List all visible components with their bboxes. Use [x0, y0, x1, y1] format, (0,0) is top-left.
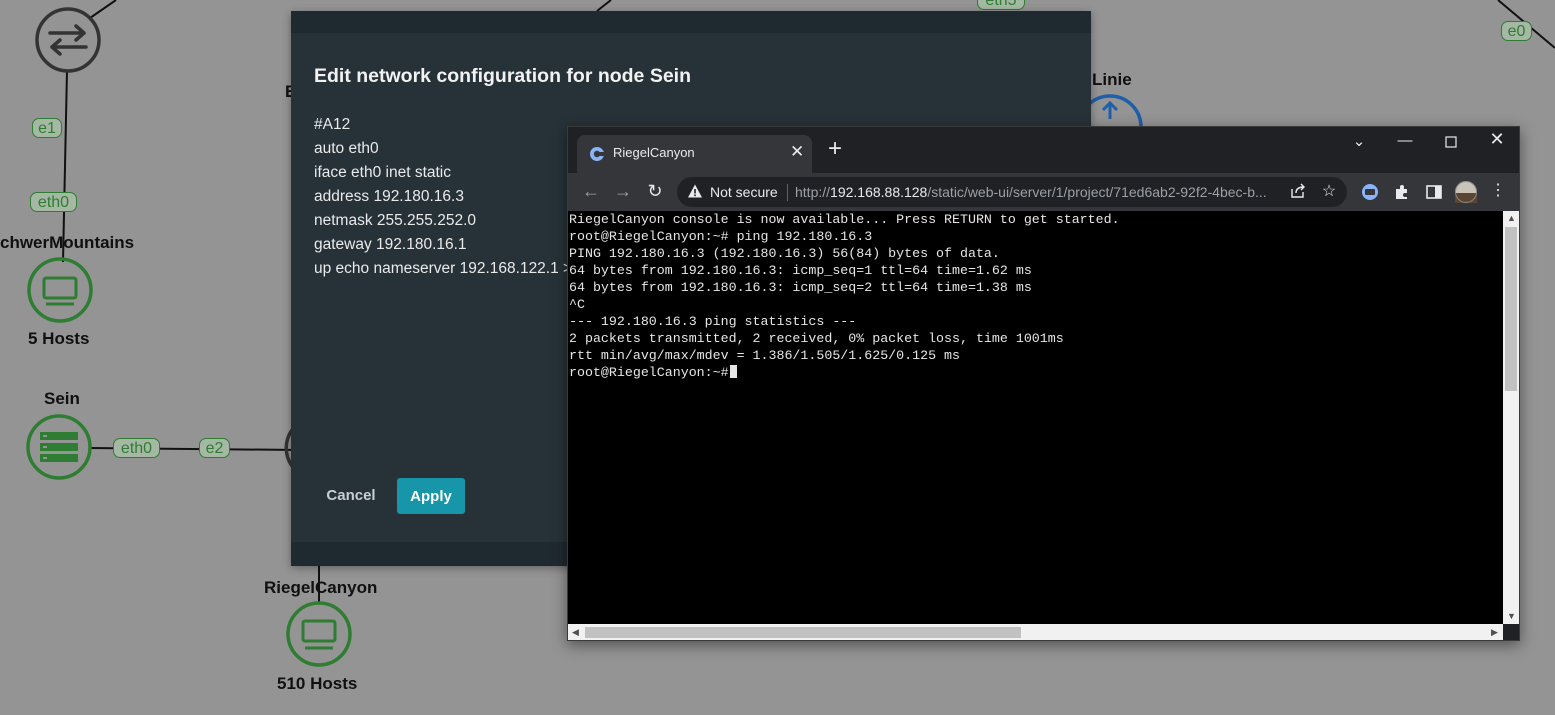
warning-icon[interactable]	[687, 183, 703, 199]
scroll-up-icon[interactable]: ▲	[1507, 213, 1516, 223]
switch-icon[interactable]	[35, 7, 101, 73]
url-path: /static/web-ui/server/1/project/71ed6ab2…	[927, 184, 1267, 200]
host-node-icon[interactable]	[27, 257, 93, 323]
security-label[interactable]: Not secure	[710, 184, 778, 200]
scroll-thumb[interactable]	[585, 627, 1021, 638]
omnibox-separator	[787, 184, 788, 201]
share-icon[interactable]	[1289, 183, 1307, 201]
dialog-top-bar	[291, 11, 1091, 33]
side-panel-icon[interactable]	[1425, 183, 1443, 201]
console-line: ^C	[569, 297, 585, 312]
scroll-down-icon[interactable]: ▼	[1507, 611, 1516, 621]
extension-icon[interactable]	[1361, 183, 1379, 201]
dialog-title: Edit network configuration for node Sein	[314, 65, 692, 87]
port-tag-eth0[interactable]: eth0	[113, 438, 160, 458]
puzzle-icon[interactable]	[1393, 183, 1411, 201]
apply-button[interactable]: Apply	[397, 478, 465, 514]
tab-title: RiegelCanyon	[613, 145, 695, 160]
star-icon[interactable]: ☆	[1320, 181, 1338, 200]
port-tag-e0[interactable]: e0	[1501, 21, 1532, 41]
config-line: address 192.180.16.3	[314, 188, 464, 205]
console-line: root@RiegelCanyon:~#	[569, 365, 737, 380]
server-node-icon[interactable]	[26, 414, 92, 480]
console-line: rtt min/avg/max/mdev = 1.386/1.505/1.625…	[569, 348, 960, 363]
config-editor[interactable]: #A12 auto eth0 iface eth0 inet static addre…	[314, 113, 574, 281]
config-line: auto eth0	[314, 140, 379, 157]
port-tag-eth0[interactable]: eth0	[30, 192, 77, 212]
node-label-linie: Linie	[1092, 70, 1132, 89]
tab-close-icon[interactable]: ✕	[790, 142, 804, 162]
console-line: 64 bytes from 192.180.16.3: icmp_seq=2 t…	[569, 280, 1032, 295]
console-line: --- 192.180.16.3 ping statistics ---	[569, 314, 857, 329]
tab-search-icon[interactable]: ⌄	[1344, 132, 1374, 150]
terminal-cursor	[729, 365, 737, 378]
node-label-riegelcanyon: RiegelCanyon	[264, 578, 378, 597]
config-line: #A12	[314, 116, 351, 133]
config-line: up echo nameserver 192.168.122.1 >	[314, 260, 573, 277]
tab-riegelcanyon[interactable]: RiegelCanyon ✕	[577, 135, 812, 173]
forward-icon[interactable]: →	[611, 181, 635, 202]
minimize-icon[interactable]: —	[1390, 132, 1420, 149]
scroll-left-icon[interactable]: ◀	[572, 627, 579, 638]
url-text[interactable]: http://192.168.88.128/static/web-ui/serv…	[795, 184, 1283, 200]
new-tab-icon[interactable]: +	[828, 137, 842, 161]
terminal-console[interactable]: RiegelCanyon console is now available...…	[568, 211, 1503, 624]
cancel-button[interactable]: Cancel	[318, 478, 384, 512]
node-label-schwermountains: chwerMountains	[0, 233, 135, 252]
tab-strip: RiegelCanyon ✕ + ⌄ — ✕	[568, 127, 1519, 173]
host-node-icon[interactable]	[286, 601, 352, 667]
gns3-favicon-icon	[590, 147, 605, 161]
config-line: iface eth0 inet static	[314, 164, 451, 181]
console-line: 64 bytes from 192.180.16.3: icmp_seq=1 t…	[569, 263, 1032, 278]
back-icon[interactable]: ←	[579, 181, 603, 202]
reload-icon[interactable]: ↻	[643, 181, 667, 202]
url-host: 192.168.88.128	[830, 184, 928, 200]
vertical-scrollbar[interactable]: ▲ ▼	[1503, 211, 1519, 624]
browser-window: RiegelCanyon ✕ + ⌄ — ✕ ← → ↻ Not secure …	[567, 126, 1520, 641]
link-line	[596, 0, 612, 12]
port-tag-eth5[interactable]: eth5	[977, 0, 1025, 10]
console-line: root@RiegelCanyon:~# ping 192.180.16.3	[569, 229, 873, 244]
console-output: RiegelCanyon console is now available...…	[568, 211, 1503, 381]
maximize-icon[interactable]	[1436, 131, 1466, 152]
window-close-icon[interactable]: ✕	[1482, 129, 1512, 150]
console-line: 2 packets transmitted, 2 received, 0% pa…	[569, 331, 1064, 346]
console-line: PING 192.180.16.3 (192.180.16.3) 56(84) …	[569, 246, 1000, 261]
node-label-sein: Sein	[44, 389, 80, 408]
profile-icon[interactable]	[1455, 181, 1477, 203]
config-line: gateway 192.180.16.1	[314, 236, 467, 253]
link-line	[89, 0, 117, 19]
scroll-thumb[interactable]	[1505, 227, 1517, 391]
config-line: netmask 255.255.252.0	[314, 212, 477, 229]
port-tag-e1[interactable]: e1	[32, 118, 62, 138]
url-prefix: http://	[795, 184, 831, 200]
port-tag-e2[interactable]: e2	[199, 438, 230, 458]
menu-icon[interactable]: ⋮	[1490, 183, 1508, 201]
address-bar[interactable]: Not secure http://192.168.88.128/static/…	[677, 177, 1347, 207]
scroll-right-icon[interactable]: ▶	[1491, 627, 1498, 638]
horizontal-scrollbar[interactable]: ◀ ▶	[568, 624, 1503, 640]
node-sublabel-riegelcanyon: 510 Hosts	[277, 674, 358, 693]
browser-toolbar: ← → ↻ Not secure http://192.168.88.128/s…	[568, 173, 1519, 211]
console-line: RiegelCanyon console is now available...…	[569, 212, 1120, 227]
node-sublabel-schwermountains: 5 Hosts	[28, 329, 90, 348]
